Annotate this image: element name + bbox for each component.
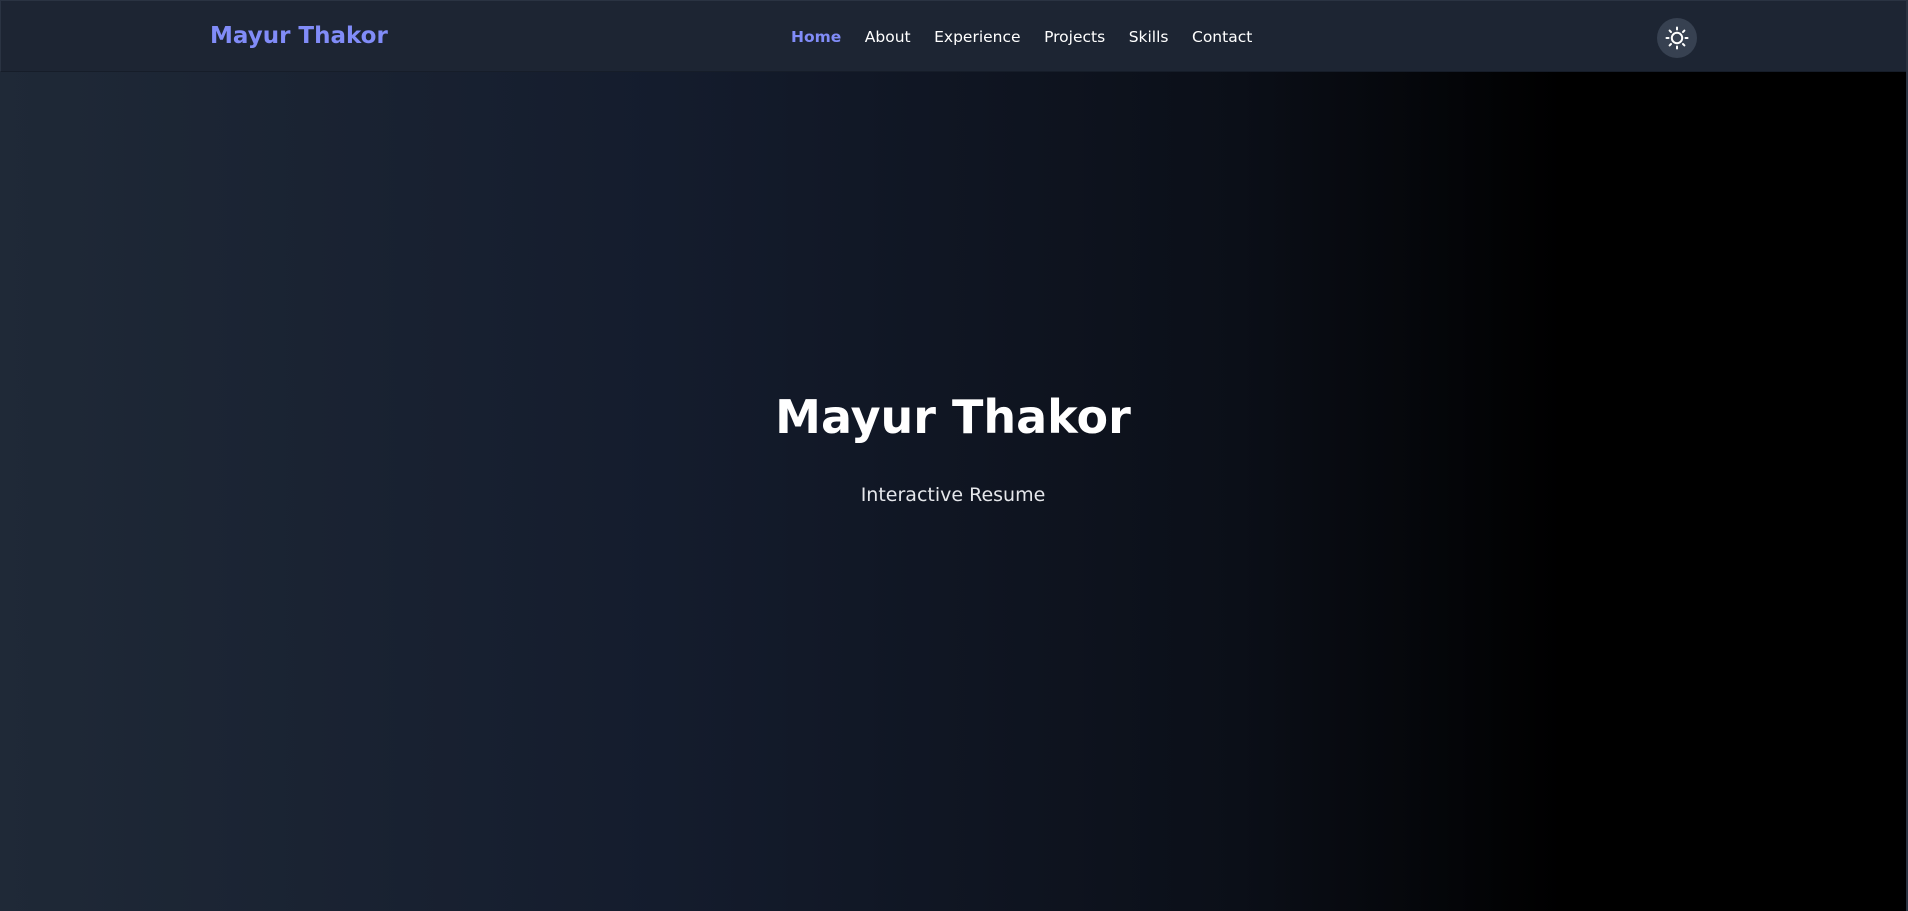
nav-link-skills[interactable]: Skills xyxy=(1129,27,1169,47)
nav-link-projects[interactable]: Projects xyxy=(1044,27,1105,47)
nav-link-about[interactable]: About xyxy=(865,27,911,47)
hero-subtitle: Interactive Resume xyxy=(860,484,1046,506)
brand-logo-link[interactable]: Mayur Thakor xyxy=(210,23,388,49)
page-background: Mayur Thakor Home About Experience Proje… xyxy=(0,0,1908,911)
sun-icon xyxy=(1665,26,1689,50)
navbar: Mayur Thakor Home About Experience Proje… xyxy=(0,0,1906,72)
nav-links: Home About Experience Projects Skills Co… xyxy=(791,27,1276,47)
theme-toggle-button[interactable] xyxy=(1657,18,1697,58)
hero-title: Mayur Thakor xyxy=(775,390,1131,444)
nav-link-contact[interactable]: Contact xyxy=(1192,27,1252,47)
nav-link-home[interactable]: Home xyxy=(791,27,841,47)
nav-link-experience[interactable]: Experience xyxy=(934,27,1020,47)
